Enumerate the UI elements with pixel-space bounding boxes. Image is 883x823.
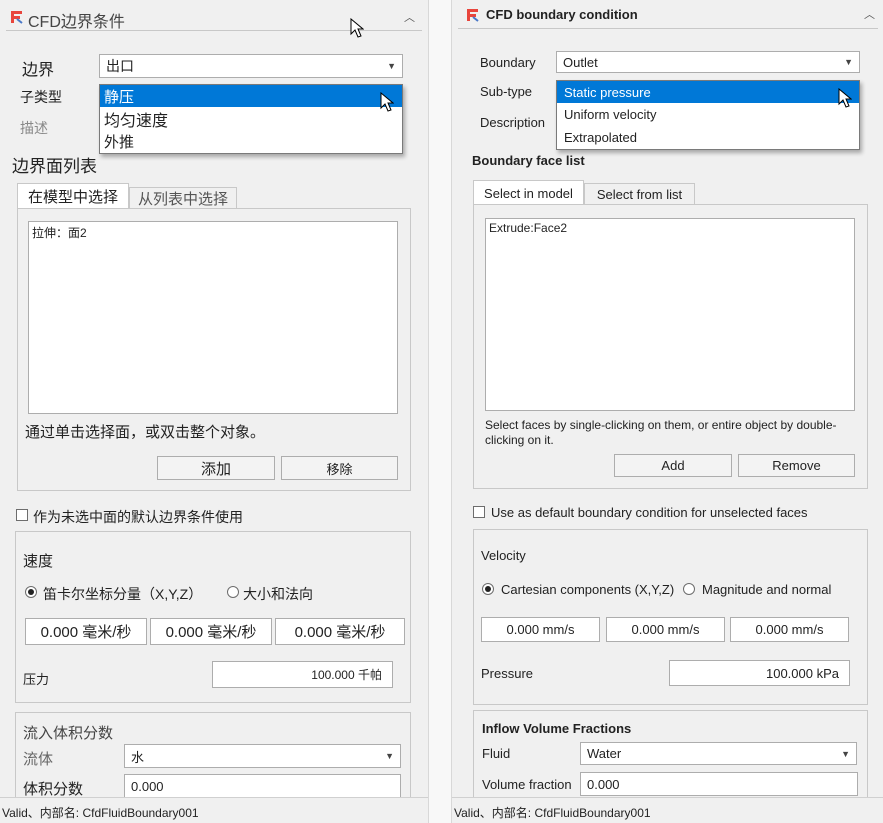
description-label: Description — [480, 115, 546, 130]
subtype-dropdown-list[interactable]: Static pressure Uniform velocity Extrapo… — [556, 80, 860, 150]
selection-hint: Select faces by single-clicking on them,… — [485, 418, 837, 447]
radio-magnitude-label: Magnitude and normal — [702, 582, 832, 597]
panel-divider — [428, 0, 452, 823]
default-boundary-label: 作为未选中面的默认边界条件使用 — [33, 509, 243, 525]
velocity-z-field[interactable]: 0.000 mm/s — [730, 617, 849, 642]
fluid-combo[interactable]: Water ▼ — [580, 742, 857, 765]
panel-title: CFD边界条件 — [28, 14, 125, 31]
mouse-cursor-icon — [838, 88, 852, 108]
description-label: 描述 — [20, 120, 48, 136]
velocity-y-field[interactable]: 0.000 毫米/秒 — [150, 618, 272, 645]
face-list-title: Boundary face list — [472, 153, 585, 168]
remove-button[interactable]: Remove — [738, 454, 855, 477]
subtype-label: Sub-type — [480, 84, 533, 99]
radio-cartesian-label: Cartesian components (X,Y,Z) — [501, 582, 675, 597]
status-text: Valid、内部名: CfdFluidBoundary001 — [2, 806, 199, 820]
volume-label: 体积分数 — [23, 781, 84, 798]
panel-title: CFD boundary condition — [486, 7, 638, 22]
cfd-logo-icon — [10, 10, 23, 24]
boundary-combo[interactable]: Outlet ▼ — [556, 51, 860, 73]
dropdown-arrow-icon: ▼ — [385, 751, 394, 761]
velocity-z-field[interactable]: 0.000 毫米/秒 — [275, 618, 405, 645]
radio-cartesian[interactable] — [25, 586, 37, 598]
fluid-value: 水 — [131, 749, 145, 765]
panel-title-bar[interactable]: CFD boundary condition ︿ — [458, 3, 878, 29]
boundary-value: Outlet — [563, 54, 598, 70]
radio-cartesian-label: 笛卡尔坐标分量（X,Y,Z） — [43, 586, 203, 602]
subtype-option-static-pressure[interactable]: 静压 — [100, 85, 402, 107]
list-item[interactable]: 拉伸：面2 — [29, 222, 397, 243]
boundary-combo[interactable]: 出口 ▼ — [99, 54, 403, 78]
velocity-y-field[interactable]: 0.000 mm/s — [606, 617, 725, 642]
velocity-title: 速度 — [23, 553, 54, 570]
subtype-label: 子类型 — [20, 89, 62, 105]
subtype-option-static-pressure[interactable]: Static pressure — [557, 81, 859, 103]
inflow-title: 流入体积分数 — [23, 725, 114, 742]
default-boundary-label: Use as default boundary condition for un… — [491, 505, 808, 520]
left-panel-chinese: CFD边界条件 ︿ 边界 出口 ▼ 子类型 描述 静压 均匀速度 外推 边界面列… — [0, 0, 428, 823]
inflow-title: Inflow Volume Fractions — [482, 721, 632, 736]
radio-magnitude[interactable] — [683, 583, 695, 595]
subtype-option-extrapolated[interactable]: 外推 — [100, 130, 402, 153]
tab-select-in-model[interactable]: Select in model — [473, 180, 584, 205]
subtype-option-extrapolated[interactable]: Extrapolated — [557, 126, 859, 149]
add-button[interactable]: Add — [614, 454, 732, 477]
face-listbox[interactable]: 拉伸：面2 — [28, 221, 398, 414]
boundary-label: 边界 — [22, 62, 55, 79]
remove-button[interactable]: 移除 — [281, 456, 398, 480]
volume-label: Volume fraction — [482, 777, 572, 792]
mouse-cursor-icon — [380, 92, 394, 112]
status-text: Valid、内部名: CfdFluidBoundary001 — [454, 806, 651, 820]
default-boundary-checkbox[interactable] — [16, 509, 28, 521]
velocity-x-field[interactable]: 0.000 毫米/秒 — [25, 618, 147, 645]
volume-field[interactable]: 0.000 — [580, 772, 858, 796]
subtype-dropdown-list[interactable]: 静压 均匀速度 外推 — [99, 84, 403, 154]
fluid-label: 流体 — [23, 751, 54, 768]
cfd-logo-icon — [466, 8, 479, 22]
mouse-cursor-icon — [350, 18, 364, 38]
tab-select-from-list[interactable]: Select from list — [584, 183, 695, 205]
selection-hint: 通过单击选择面，或双击整个对象。 — [25, 424, 266, 441]
pressure-label: 压力 — [23, 672, 50, 687]
radio-magnitude[interactable] — [227, 586, 239, 598]
velocity-x-field[interactable]: 0.000 mm/s — [481, 617, 600, 642]
right-panel-english: CFD boundary condition ︿ Boundary Outlet… — [452, 0, 883, 823]
status-bar: Valid、内部名: CfdFluidBoundary001 — [452, 797, 883, 823]
radio-magnitude-label: 大小和法向 — [243, 586, 313, 602]
collapse-chevron-icon[interactable]: ︿ — [404, 9, 415, 25]
dropdown-arrow-icon: ▼ — [844, 57, 853, 67]
default-boundary-checkbox[interactable] — [473, 506, 485, 518]
fluid-combo[interactable]: 水 ▼ — [124, 744, 401, 768]
add-button[interactable]: 添加 — [157, 456, 275, 480]
face-listbox[interactable]: Extrude:Face2 — [485, 218, 855, 411]
dropdown-arrow-icon: ▼ — [387, 61, 396, 71]
boundary-label: Boundary — [480, 55, 536, 70]
face-list-title: 边界面列表 — [12, 157, 97, 176]
subtype-option-uniform-velocity[interactable]: Uniform velocity — [557, 103, 859, 126]
tab-select-in-model[interactable]: 在模型中选择 — [17, 183, 129, 209]
pressure-label: Pressure — [481, 666, 534, 681]
fluid-value: Water — [587, 746, 622, 761]
radio-cartesian[interactable] — [482, 583, 494, 595]
collapse-chevron-icon[interactable]: ︿ — [864, 6, 875, 22]
list-item[interactable]: Extrude:Face2 — [486, 219, 854, 237]
tab-select-from-list[interactable]: 从列表中选择 — [129, 187, 237, 209]
volume-field[interactable]: 0.000 — [124, 774, 401, 798]
fluid-label: Fluid — [482, 746, 511, 761]
status-bar: Valid、内部名: CfdFluidBoundary001 — [0, 797, 428, 823]
pressure-field[interactable]: 100.000 kPa — [669, 660, 850, 686]
dropdown-arrow-icon: ▼ — [841, 748, 850, 759]
pressure-field[interactable]: 100.000 千帕 — [212, 661, 393, 688]
boundary-value: 出口 — [106, 58, 134, 74]
subtype-option-uniform-velocity[interactable]: 均匀速度 — [100, 107, 402, 130]
velocity-title: Velocity — [481, 548, 526, 563]
